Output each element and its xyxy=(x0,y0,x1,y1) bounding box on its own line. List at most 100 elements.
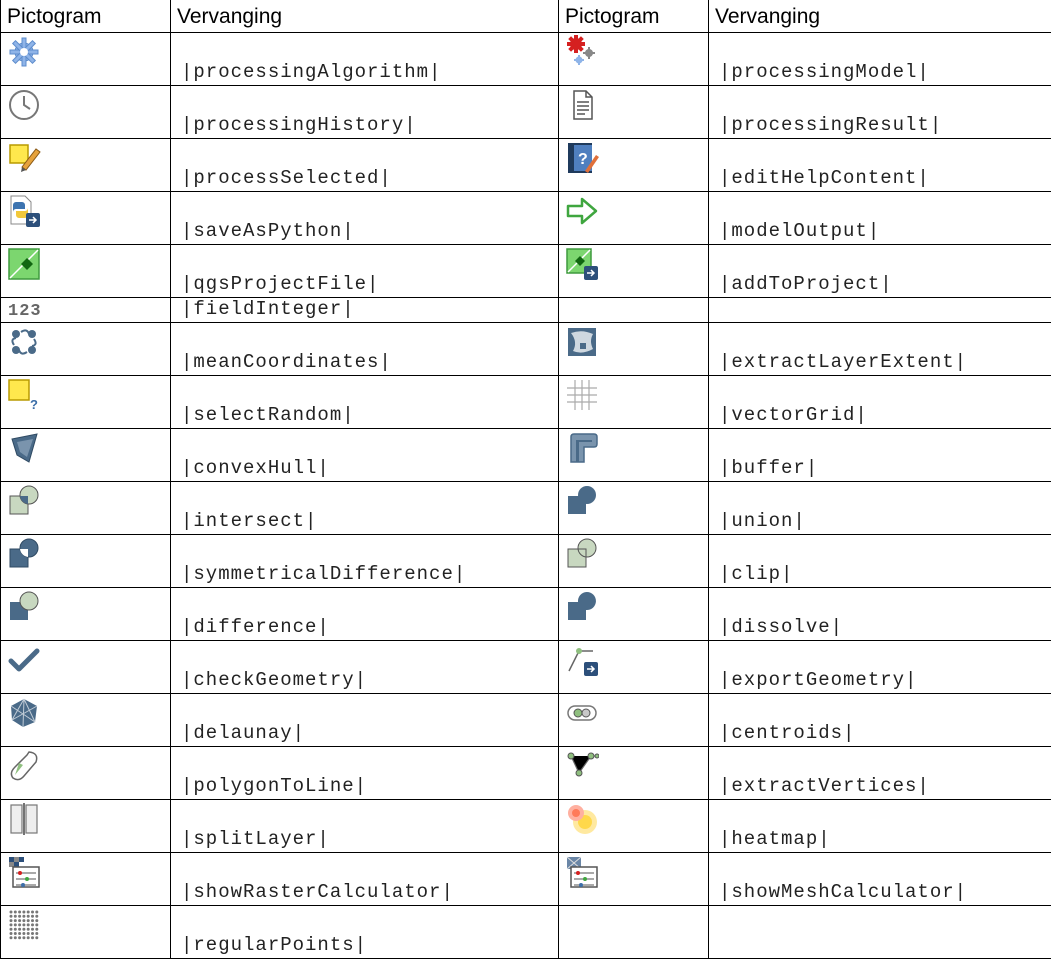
left-substitution-cell: |intersect| xyxy=(171,482,559,535)
right-pictogram-cell xyxy=(559,588,709,641)
left-substitution-cell: |saveAsPython| xyxy=(171,192,559,245)
raster-calculator-icon xyxy=(7,855,41,889)
left-substitution-cell: |processingHistory| xyxy=(171,86,559,139)
dissolve-icon xyxy=(565,590,599,624)
clip-icon xyxy=(565,537,599,571)
header-substitution-right: Vervanging xyxy=(709,0,1051,33)
left-substitution-cell: |processSelected| xyxy=(171,139,559,192)
svg-text:123: 123 xyxy=(8,302,41,320)
substitution-text: |difference| xyxy=(181,616,330,640)
substitution-text: |clip| xyxy=(719,563,793,587)
substitution-text: |showRasterCalculator| xyxy=(181,881,454,905)
right-substitution-cell: |addToProject| xyxy=(709,245,1051,298)
right-pictogram-cell xyxy=(559,245,709,298)
left-pictogram-cell xyxy=(1,800,171,853)
header-pictogram-left: Pictogram xyxy=(1,0,171,33)
right-pictogram-cell xyxy=(559,33,709,86)
substitution-text: |convexHull| xyxy=(181,457,330,481)
right-pictogram-cell xyxy=(559,535,709,588)
substitution-text: |showMeshCalculator| xyxy=(719,881,967,905)
left-pictogram-cell xyxy=(1,139,171,192)
substitution-text: |processSelected| xyxy=(181,167,392,191)
right-substitution-cell: |modelOutput| xyxy=(709,192,1051,245)
right-substitution-cell: |processingResult| xyxy=(709,86,1051,139)
mean-coordinates-icon xyxy=(7,325,41,359)
substitution-text: |vectorGrid| xyxy=(719,404,868,428)
left-substitution-cell: |fieldInteger| xyxy=(171,298,559,323)
right-substitution-cell xyxy=(709,298,1051,323)
substitution-text: |buffer| xyxy=(719,457,818,481)
left-substitution-cell: |delaunay| xyxy=(171,694,559,747)
right-pictogram-cell xyxy=(559,641,709,694)
left-substitution-cell: |polygonToLine| xyxy=(171,747,559,800)
right-pictogram-cell xyxy=(559,298,709,323)
header-pictogram-right: Pictogram xyxy=(559,0,709,33)
table-row: 123 |fieldInteger| xyxy=(1,298,1051,323)
left-substitution-cell: |splitLayer| xyxy=(171,800,559,853)
right-substitution-cell: |centroids| xyxy=(709,694,1051,747)
delaunay-icon xyxy=(7,696,41,730)
substitution-text: |symmetricalDifference| xyxy=(181,563,466,587)
right-pictogram-cell xyxy=(559,192,709,245)
right-substitution-cell: |dissolve| xyxy=(709,588,1051,641)
substitution-text: |processingModel| xyxy=(719,61,930,85)
left-pictogram-cell xyxy=(1,588,171,641)
right-pictogram-cell xyxy=(559,800,709,853)
substitution-text: |checkGeometry| xyxy=(181,669,367,693)
left-pictogram-cell xyxy=(1,641,171,694)
table-row: |qgsProjectFile| |addToProject| xyxy=(1,245,1051,298)
edit-selected-icon xyxy=(7,141,41,175)
table-row: |checkGeometry| |exportGeometry| xyxy=(1,641,1051,694)
left-substitution-cell: |showRasterCalculator| xyxy=(171,853,559,906)
grid-icon xyxy=(565,378,599,412)
right-pictogram-cell xyxy=(559,853,709,906)
buffer-icon xyxy=(565,431,599,465)
select-random-icon: ? xyxy=(7,378,41,412)
checkmark-icon xyxy=(7,643,41,677)
substitution-text: |editHelpContent| xyxy=(719,167,930,191)
table-row: |regularPoints| xyxy=(1,906,1051,959)
table-row: |difference| |dissolve| xyxy=(1,588,1051,641)
left-substitution-cell: |qgsProjectFile| xyxy=(171,245,559,298)
left-substitution-cell: |difference| xyxy=(171,588,559,641)
table-header-row: Pictogram Vervanging Pictogram Vervangin… xyxy=(1,0,1051,33)
substitution-text: |processingHistory| xyxy=(181,114,417,138)
substitution-text: |heatmap| xyxy=(719,828,831,852)
left-substitution-cell: |meanCoordinates| xyxy=(171,323,559,376)
substitution-text: |splitLayer| xyxy=(181,828,330,852)
right-substitution-cell: |clip| xyxy=(709,535,1051,588)
extract-vertices-icon xyxy=(565,749,599,783)
right-substitution-cell: |extractVertices| xyxy=(709,747,1051,800)
substitution-text: |fieldInteger| xyxy=(181,298,355,322)
svg-text:?: ? xyxy=(30,397,39,412)
substitution-text: |extractVertices| xyxy=(719,775,930,799)
gear-icon xyxy=(7,35,41,69)
icon-substitution-table: Pictogram Vervanging Pictogram Vervangin… xyxy=(0,0,1051,959)
union-icon xyxy=(565,484,599,518)
left-pictogram-cell xyxy=(1,482,171,535)
substitution-text: |delaunay| xyxy=(181,722,305,746)
substitution-text: |processingAlgorithm| xyxy=(181,61,441,85)
right-pictogram-cell xyxy=(559,694,709,747)
left-pictogram-cell xyxy=(1,33,171,86)
right-substitution-cell: |vectorGrid| xyxy=(709,376,1051,429)
difference-icon xyxy=(7,590,41,624)
right-substitution-cell: |extractLayerExtent| xyxy=(709,323,1051,376)
left-substitution-cell: |convexHull| xyxy=(171,429,559,482)
table-row: |intersect||union| xyxy=(1,482,1051,535)
right-substitution-cell: |exportGeometry| xyxy=(709,641,1051,694)
green-arrow-right-icon xyxy=(565,194,599,228)
substitution-text: |regularPoints| xyxy=(181,934,367,958)
table-row: |processingHistory| |processingResult| xyxy=(1,86,1051,139)
right-substitution-cell: |buffer| xyxy=(709,429,1051,482)
header-substitution-left: Vervanging xyxy=(171,0,559,33)
regular-points-icon xyxy=(7,908,41,942)
table-row: |convexHull| |buffer| xyxy=(1,429,1051,482)
right-pictogram-cell xyxy=(559,86,709,139)
symmetrical-difference-icon xyxy=(7,537,41,571)
table-row: |polygonToLine| |extractVertices| xyxy=(1,747,1051,800)
convex-hull-icon xyxy=(7,431,41,465)
help-book-edit-icon: ? xyxy=(565,141,599,175)
left-pictogram-cell xyxy=(1,86,171,139)
left-pictogram-cell xyxy=(1,694,171,747)
